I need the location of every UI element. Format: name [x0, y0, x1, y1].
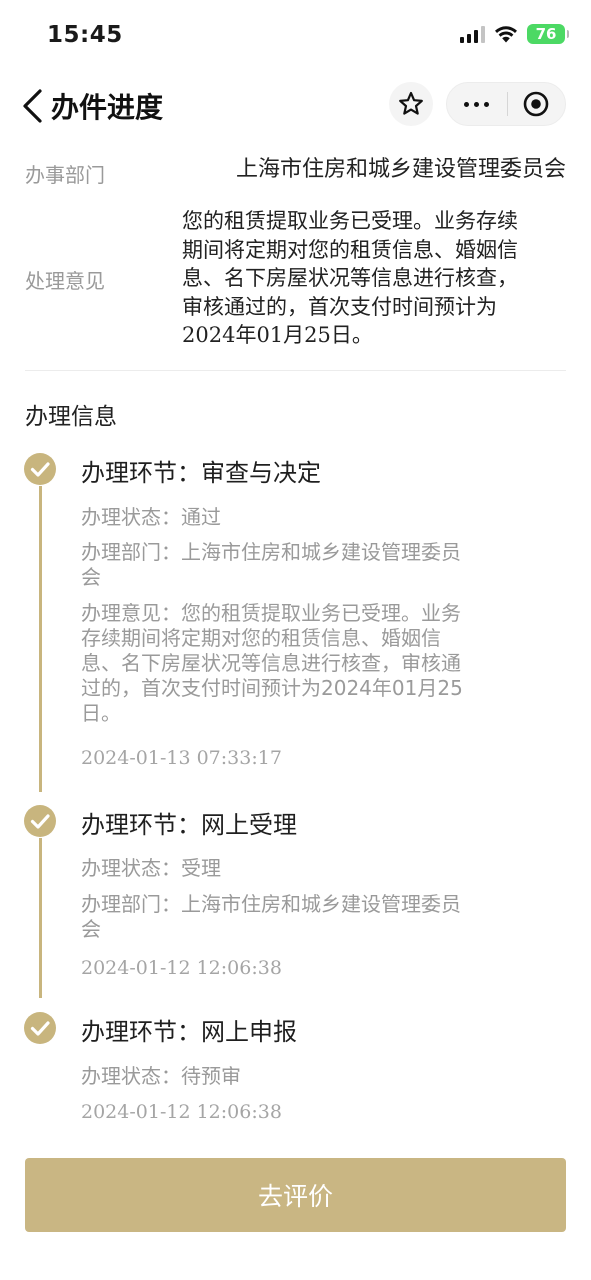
opinion-line: 您的租赁提取业务已受理。业务存续	[182, 209, 518, 233]
favorite-button[interactable]	[389, 82, 433, 126]
step-dept-line: 会	[81, 917, 101, 941]
check-circle-icon	[24, 453, 56, 485]
step-dept-line: 会	[81, 565, 101, 589]
opinion-label: 处理意见	[25, 269, 105, 293]
step-dept: 办理部门：上海市住房和城乡建设管理委员 会	[81, 540, 521, 590]
step-opinion-line: 息、名下房屋状况等信息进行核查，审核通	[81, 651, 461, 675]
step-title: 办理环节：网上申报	[81, 1018, 297, 1046]
opinion-line: 审核通过的，首次支付时间预计为	[182, 294, 497, 319]
step-opinion-line: 过的，首次支付时间预计为2024年01月25	[81, 676, 463, 700]
opinion-line: 2024年01月25日。	[182, 323, 373, 347]
status-time: 15:45	[47, 22, 123, 48]
timeline-connector	[39, 486, 42, 792]
more-options-button[interactable]	[447, 82, 507, 126]
check-circle-icon	[24, 1012, 56, 1044]
step-time: 2024-01-12 12:06:38	[81, 1101, 282, 1123]
back-arrow-icon[interactable]	[18, 88, 48, 124]
opinion-line: 息、名下房屋状况等信息进行核查，	[182, 266, 518, 290]
status-bar: 15:45 76	[0, 0, 591, 74]
step-dept-line: 办理部门：上海市住房和城乡建设管理委员	[81, 892, 461, 916]
target-close-icon	[523, 91, 549, 117]
close-mini-program-button[interactable]	[507, 82, 565, 126]
step-opinion-line: 办理意见：您的租赁提取业务已受理。业务	[81, 601, 461, 625]
step-dept: 办理部门：上海市住房和城乡建设管理委员 会	[81, 892, 521, 942]
more-dots-icon	[464, 101, 470, 107]
timeline-connector	[39, 838, 42, 998]
cellular-signal-icon	[460, 25, 485, 43]
status-icons: 76	[460, 24, 569, 44]
battery-icon: 76	[527, 24, 569, 44]
battery-level: 76	[535, 25, 557, 43]
app-page: 15:45 76 办件进度 办事部门 上海市住房和城乡建设管理委员会 处理意见 …	[0, 0, 591, 1280]
step-title: 办理环节：网上受理	[81, 811, 297, 839]
nav-bar: 办件进度	[0, 74, 591, 136]
mini-program-capsule	[446, 82, 566, 126]
check-circle-icon	[24, 805, 56, 837]
step-opinion-line: 日。	[81, 701, 121, 725]
evaluate-button[interactable]: 去评价	[25, 1158, 566, 1232]
step-time: 2024-01-12 12:06:38	[81, 957, 282, 979]
wifi-icon	[495, 26, 517, 43]
step-opinion: 办理意见：您的租赁提取业务已受理。业务 存续期间将定期对您的租赁信息、婚姻信 息…	[81, 601, 521, 726]
step-status: 办理状态：受理	[81, 856, 221, 880]
step-opinion-line: 存续期间将定期对您的租赁信息、婚姻信	[81, 626, 441, 650]
section-title: 办理信息	[25, 404, 117, 430]
star-icon	[399, 91, 423, 115]
step-status: 办理状态：待预审	[81, 1064, 241, 1088]
opinion-value: 您的租赁提取业务已受理。业务存续 期间将定期对您的租赁信息、婚姻信 息、名下房屋…	[182, 207, 566, 350]
page-title: 办件进度	[51, 91, 164, 124]
dept-value: 上海市住房和城乡建设管理委员会	[235, 157, 566, 182]
opinion-line: 期间将定期对您的租赁信息、婚姻信	[182, 237, 518, 262]
step-title: 办理环节：审查与决定	[81, 459, 321, 487]
step-status: 办理状态：通过	[81, 505, 221, 529]
step-time: 2024-01-13 07:33:17	[81, 747, 282, 769]
dept-label: 办事部门	[25, 163, 105, 187]
step-dept-line: 办理部门：上海市住房和城乡建设管理委员	[81, 540, 461, 564]
section-divider	[25, 370, 566, 371]
